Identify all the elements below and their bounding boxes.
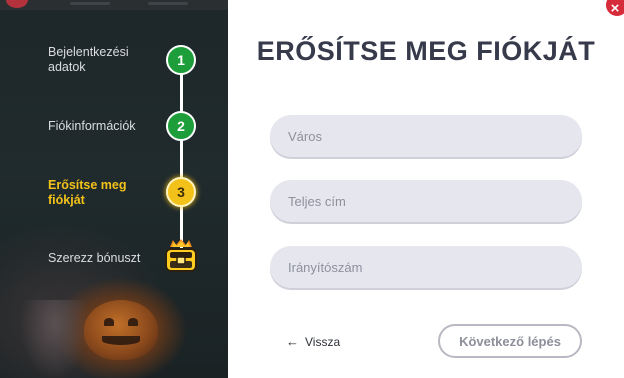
pumpkin-eye (128, 318, 138, 326)
next-step-button[interactable]: Következő lépés (438, 324, 582, 358)
step-3-label: Erősítse meg fiókját (48, 178, 127, 207)
back-button-label: Vissza (305, 334, 341, 349)
verify-account-form: ERŐSÍTSE MEG FIÓKJÁT ← Vissza Következő … (228, 0, 624, 378)
pumpkin-image (84, 300, 158, 360)
stepper-line (180, 60, 183, 256)
step-3-indicator: 3 (166, 177, 196, 207)
step-4-label: Szerezz bónuszt (48, 251, 141, 265)
pumpkin-eye (104, 318, 114, 326)
stepper-panel: Bejelentkezési adatok 1 Fiókinformációk … (0, 0, 228, 378)
treasure-chest-icon (165, 239, 197, 272)
step-2-indicator: 2 (166, 111, 196, 141)
background-nav-bar (70, 2, 110, 5)
background-figure-image (20, 300, 90, 378)
step-2-label: Fiókinformációk (48, 119, 136, 133)
step-1-label: Bejelentkezési adatok (48, 45, 129, 74)
form-title: ERŐSÍTSE MEG FIÓKJÁT (256, 36, 596, 66)
background-nav-bar (148, 2, 188, 5)
background-header-strip (0, 0, 228, 10)
back-button[interactable]: ← Vissza (286, 334, 340, 349)
city-input[interactable] (270, 115, 582, 157)
full-address-input[interactable] (270, 180, 582, 222)
pumpkin-mouth (102, 336, 140, 345)
arrow-left-icon: ← (286, 334, 299, 349)
background-logo-icon (6, 0, 28, 8)
zip-code-input[interactable] (270, 246, 582, 288)
step-1-indicator: 1 (166, 45, 196, 75)
